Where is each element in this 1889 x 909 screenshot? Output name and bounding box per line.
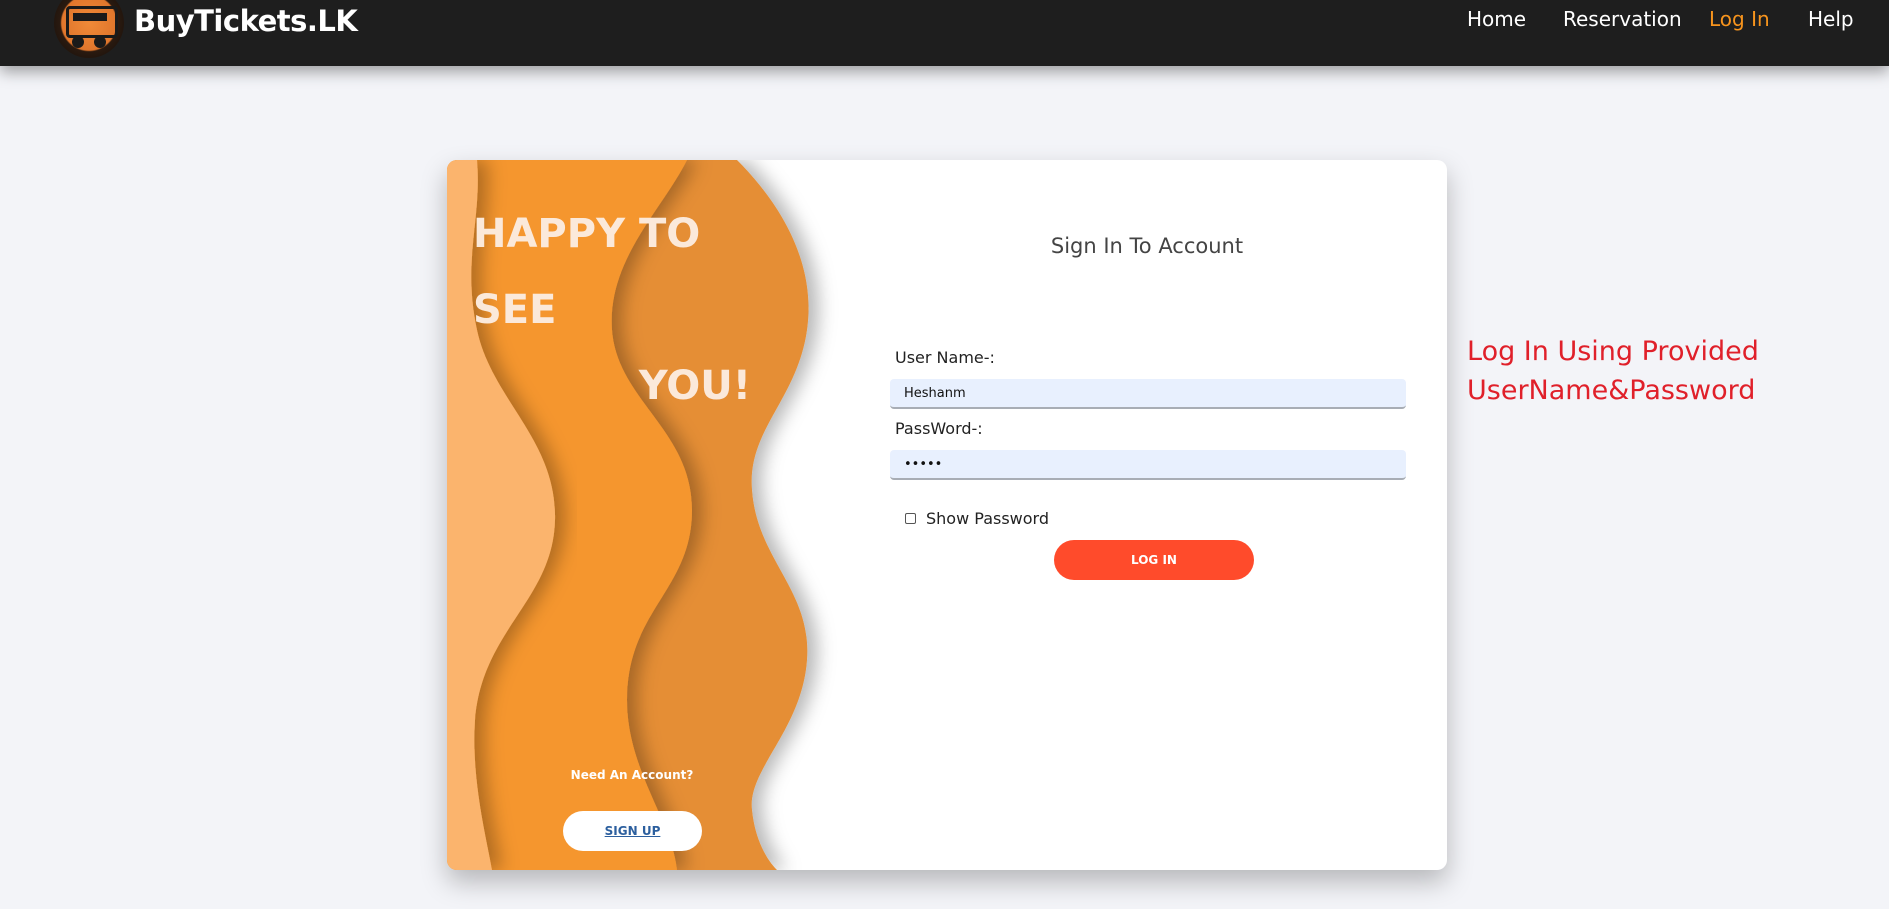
form-title: Sign In To Account bbox=[1050, 234, 1244, 258]
welcome-headline-line1: HAPPY TO SEE bbox=[473, 211, 701, 333]
password-label: PassWord-: bbox=[895, 419, 983, 438]
nav-home-link[interactable]: Home bbox=[1467, 7, 1526, 31]
brand-name[interactable]: BuyTickets.LK bbox=[134, 4, 358, 38]
welcome-headline: HAPPY TO SEE YOU! bbox=[473, 196, 763, 424]
nav-login-link[interactable]: Log In bbox=[1709, 7, 1770, 31]
tram-shape bbox=[66, 6, 118, 38]
nav-help-link[interactable]: Help bbox=[1808, 7, 1854, 31]
login-button[interactable]: LOG IN bbox=[1054, 540, 1254, 580]
annotation-line1: Log In Using Provided bbox=[1467, 336, 1759, 367]
username-input[interactable] bbox=[890, 379, 1406, 409]
password-input[interactable] bbox=[890, 450, 1406, 480]
welcome-headline-line2: YOU! bbox=[638, 363, 751, 409]
need-account-text: Need An Account? bbox=[570, 768, 694, 782]
tram-wheel bbox=[72, 36, 84, 48]
annotation-line2: UserName&Password bbox=[1467, 375, 1756, 406]
show-password-checkbox[interactable] bbox=[905, 513, 916, 524]
tram-logo-icon[interactable] bbox=[54, 0, 124, 58]
tram-wheel bbox=[94, 36, 106, 48]
login-card: HAPPY TO SEE YOU! Need An Account? SIGN … bbox=[447, 160, 1447, 870]
instruction-annotation: Log In Using Provided UserName&Password bbox=[1467, 332, 1797, 410]
username-label: User Name-: bbox=[895, 348, 995, 367]
nav-reservation-link[interactable]: Reservation bbox=[1563, 7, 1682, 31]
show-password-toggle[interactable]: Show Password bbox=[905, 509, 1049, 528]
top-navbar: BuyTickets.LK Home Reservation Log In He… bbox=[0, 0, 1889, 66]
signup-button[interactable]: SIGN UP bbox=[563, 811, 702, 851]
show-password-label: Show Password bbox=[926, 509, 1049, 528]
